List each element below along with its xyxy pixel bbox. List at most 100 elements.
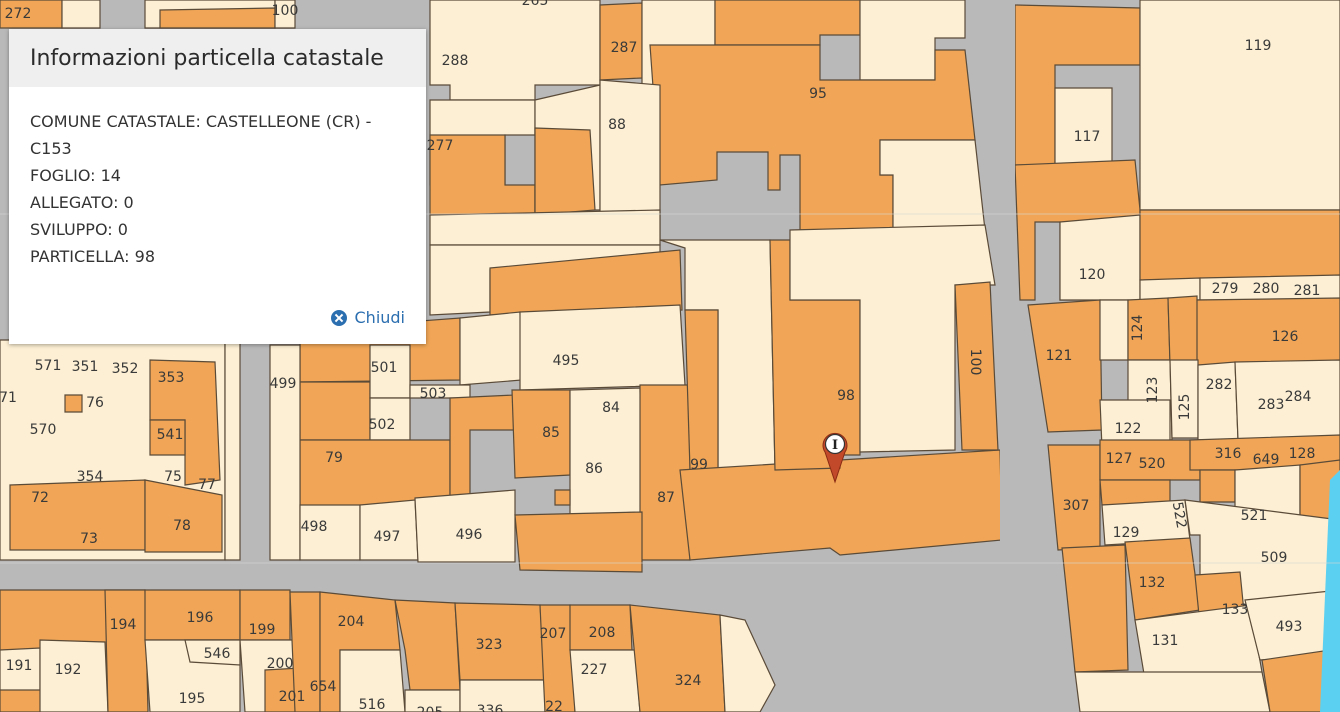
parcel-label: 283 — [1258, 397, 1285, 413]
parcel-label: 288 — [442, 53, 469, 69]
parcel-label: 126 — [1272, 329, 1299, 345]
parcel-shape[interactable] — [569, 649, 641, 712]
field-foglio: FOGLIO: 14 — [30, 166, 121, 185]
parcel-label: 75 — [164, 469, 182, 485]
close-button[interactable]: Chiudi — [330, 308, 406, 327]
parcel-label: 499 — [270, 376, 297, 392]
parcel-label: 207 — [540, 626, 567, 642]
parcel-label: 495 — [553, 353, 580, 369]
parcel-label: 280 — [1253, 281, 1280, 297]
parcel-label: 123 — [1145, 377, 1161, 404]
parcel-label: 199 — [249, 622, 276, 638]
parcel-shape[interactable] — [1197, 361, 1239, 441]
parcel-label: 493 — [1276, 619, 1303, 635]
parcel-label: 196 — [187, 610, 214, 626]
parcel-label: 502 — [369, 417, 396, 433]
parcel-label: 204 — [338, 614, 365, 630]
parcel-label: 287 — [611, 40, 638, 56]
parcel-shape[interactable] — [554, 489, 571, 506]
parcel-label: 205 — [417, 705, 444, 712]
parcel-shape[interactable] — [299, 381, 371, 441]
parcel-shape[interactable] — [429, 0, 601, 101]
parcel-label: 120 — [1079, 267, 1106, 283]
parcel-shape[interactable] — [429, 209, 661, 246]
parcel-label: 496 — [456, 527, 483, 543]
parcel-shape[interactable] — [1054, 87, 1113, 169]
parcel-label: 72 — [31, 490, 49, 506]
parcel-shape[interactable] — [459, 311, 523, 386]
parcel-label: 124 — [1130, 315, 1146, 342]
parcel-label: 279 — [1212, 281, 1239, 297]
parcel-label: 277 — [427, 138, 454, 154]
parcel-shape[interactable] — [879, 139, 986, 231]
parcel-label: 127 — [1106, 451, 1133, 467]
field-allegato: ALLEGATO: 0 — [30, 193, 134, 212]
parcel-shape[interactable] — [64, 394, 83, 413]
parcel-label: 354 — [77, 469, 104, 485]
parcel-shape[interactable] — [629, 604, 726, 712]
popup-body: COMUNE CATASTALE: CASTELLEONE (CR) - C15… — [9, 87, 426, 270]
parcel-label: 200 — [267, 656, 294, 672]
parcel-shape[interactable] — [1167, 295, 1199, 366]
parcel-shape[interactable] — [104, 589, 149, 712]
parcel-shape[interactable] — [61, 0, 101, 29]
parcel-label: 191 — [6, 658, 33, 674]
parcel-label: 119 — [1245, 38, 1272, 54]
parcel-label: 541 — [157, 427, 184, 443]
parcel-label: 498 — [301, 519, 328, 535]
parcel-shape[interactable] — [1074, 671, 1271, 712]
parcel-label: 129 — [1113, 525, 1140, 541]
parcel-label: 265 — [522, 0, 549, 9]
parcel-label: 521 — [1241, 508, 1268, 524]
parcel-shape[interactable] — [684, 309, 719, 471]
parcel-label: 307 — [1063, 498, 1090, 514]
parcel-shape[interactable] — [159, 7, 276, 29]
parcel-label: 84 — [602, 400, 620, 416]
parcel-label: 516 — [359, 697, 386, 712]
parcel-label: 654 — [310, 679, 337, 695]
parcel-shape[interactable] — [534, 127, 596, 216]
pin-glyph: I — [832, 438, 838, 453]
parcel-shape[interactable] — [1199, 469, 1236, 503]
parcel-label: 501 — [371, 360, 398, 376]
parcel-label: 520 — [1139, 456, 1166, 472]
parcel-label: 85 — [542, 425, 560, 441]
parcel-label: 570 — [30, 422, 57, 438]
parcel-label: 79 — [325, 450, 343, 466]
parcel-shape[interactable] — [1059, 214, 1141, 301]
parcel-info-popup: Informazioni particella catastale COMUNE… — [9, 29, 426, 344]
parcel-label: 117 — [1074, 129, 1101, 145]
parcel-shape[interactable] — [1139, 209, 1340, 281]
parcel-label: 99 — [690, 457, 708, 473]
close-label: Chiudi — [354, 308, 406, 327]
parcel-label: 336 — [477, 703, 504, 712]
info-pin-icon[interactable]: I — [820, 430, 850, 484]
field-sviluppo: SVILUPPO: 0 — [30, 220, 128, 239]
parcel-shape[interactable] — [414, 489, 516, 563]
parcel-shape[interactable] — [1139, 0, 1340, 211]
parcel-label: 649 — [1253, 452, 1280, 468]
parcel-label: 95 — [809, 86, 827, 102]
parcel-label: 316 — [1215, 446, 1242, 462]
popup-title: Informazioni particella catastale — [30, 45, 384, 71]
parcel-shape[interactable] — [1099, 299, 1129, 361]
popup-header: Informazioni particella catastale — [9, 29, 426, 87]
parcel-label: 88 — [608, 117, 626, 133]
parcel-label: 77 — [198, 477, 216, 493]
parcel-label: 324 — [675, 673, 702, 689]
field-comune: COMUNE CATASTALE: CASTELLEONE (CR) - C15… — [30, 112, 372, 158]
parcel-label: 87 — [657, 490, 675, 506]
parcel-shape[interactable] — [519, 304, 686, 391]
parcel-shape[interactable] — [224, 339, 241, 561]
parcel-label: 208 — [589, 625, 616, 641]
parcel-label: 78 — [173, 518, 191, 534]
parcel-label: 351 — [72, 359, 99, 375]
parcel-label: 272 — [5, 6, 32, 22]
parcel-label: 201 — [279, 689, 306, 705]
parcel-label: 194 — [110, 617, 137, 633]
parcel-label: 192 — [55, 662, 82, 678]
parcel-label: 133 — [1222, 602, 1249, 618]
parcel-label: 125 — [1177, 394, 1193, 421]
parcel-shape[interactable] — [511, 389, 571, 479]
parcel-shape[interactable] — [1000, 0, 1015, 712]
